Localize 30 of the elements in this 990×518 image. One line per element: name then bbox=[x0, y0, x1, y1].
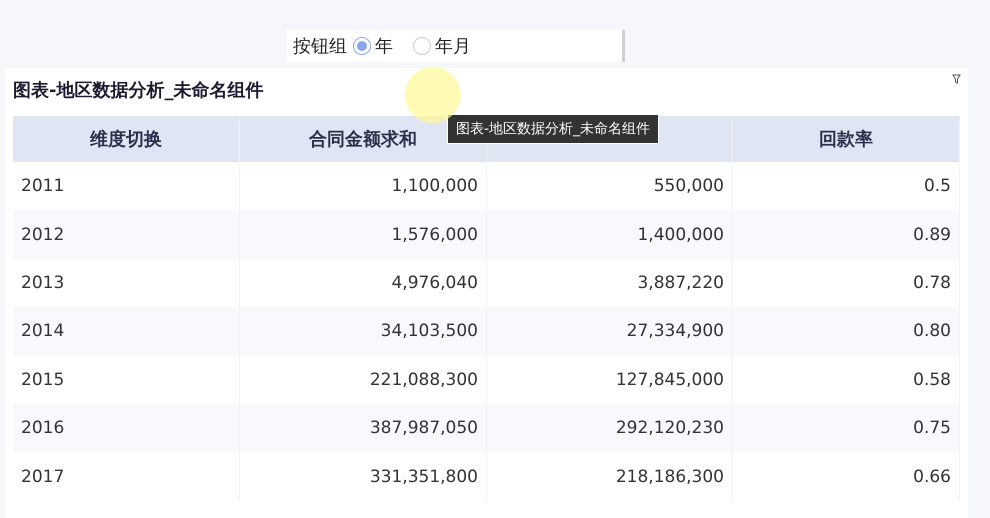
radio-icon[interactable] bbox=[413, 37, 431, 55]
filter-icon[interactable] bbox=[952, 74, 962, 84]
table-cell: 34,103,500 bbox=[240, 307, 487, 356]
column-header: 回款率 bbox=[733, 116, 960, 162]
table-cell: 0.80 bbox=[733, 307, 960, 356]
table-cell: 221,088,300 bbox=[240, 356, 487, 404]
table-cell: 2014 bbox=[13, 307, 240, 356]
card-title: 图表-地区数据分析_未命名组件 bbox=[13, 80, 264, 101]
table-cell: 550,000 bbox=[487, 162, 733, 210]
table-cell: 2016 bbox=[13, 404, 240, 452]
table-cell: 1,576,000 bbox=[240, 210, 487, 259]
table-cell: 0.58 bbox=[733, 356, 960, 404]
radio-option[interactable]: 年 bbox=[353, 34, 393, 58]
table-cell: 127,845,000 bbox=[487, 356, 733, 404]
tooltip: 图表-地区数据分析_未命名组件 bbox=[447, 114, 660, 144]
table-cell: 387,987,050 bbox=[240, 404, 487, 452]
table-cell: 0.5 bbox=[733, 162, 960, 210]
table-cell: 0.89 bbox=[733, 210, 960, 259]
column-header: 维度切换 bbox=[13, 116, 240, 162]
table-cell: 2011 bbox=[13, 162, 240, 210]
table-cell: 2012 bbox=[13, 210, 240, 259]
table-cell: 1,100,000 bbox=[240, 162, 487, 210]
radio-group-label: 按钮组 bbox=[293, 35, 347, 58]
table-cell: 292,120,230 bbox=[487, 404, 733, 452]
table-cell: 0.75 bbox=[733, 404, 960, 452]
table-cell: 27,334,900 bbox=[487, 307, 733, 356]
radio-option[interactable]: 年月 bbox=[413, 34, 471, 58]
table-cell: 2015 bbox=[13, 356, 240, 404]
table-cell: 1,400,000 bbox=[487, 210, 733, 259]
radio-icon[interactable] bbox=[353, 37, 371, 55]
